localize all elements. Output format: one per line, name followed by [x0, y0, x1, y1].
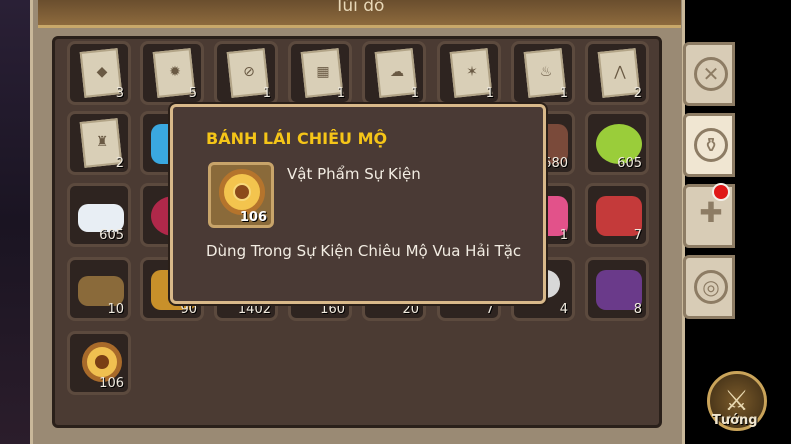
- glyph-icon: ♜: [95, 134, 109, 150]
- item-count: 605: [99, 228, 124, 243]
- item-count: 605: [617, 156, 642, 171]
- item-slot[interactable]: ⋀ 2: [585, 41, 649, 105]
- hero-button-label: Tướng: [712, 413, 758, 428]
- item-count: 7: [485, 302, 494, 317]
- item-count: 1: [559, 228, 568, 243]
- glyph-icon: ▦: [316, 64, 330, 80]
- item-slot[interactable]: ⊘ 1: [214, 41, 278, 105]
- tab-accessories[interactable]: ◎: [683, 255, 735, 319]
- tooltip-item-count: 106: [239, 210, 267, 225]
- item-count: 680: [543, 156, 568, 171]
- title-bar: Túi đồ: [38, 0, 681, 28]
- item-slot[interactable]: ♨ 1: [511, 41, 575, 105]
- glyph-icon: ◆: [96, 64, 108, 80]
- item-slot[interactable]: 10: [67, 257, 131, 321]
- item-slot[interactable]: 7: [585, 183, 649, 247]
- tab-consumables[interactable]: ⚱: [683, 113, 735, 177]
- item-slot[interactable]: ♜ 2: [67, 111, 131, 175]
- item-slot[interactable]: ◆ 3: [67, 41, 131, 105]
- item-slot[interactable]: ☁ 1: [362, 41, 426, 105]
- item-count: 1402: [237, 302, 271, 317]
- item-count: 3: [115, 86, 124, 101]
- wheel-hub: [233, 183, 251, 201]
- puzzle-icon: ✚: [699, 196, 723, 229]
- tooltip-description: Dùng Trong Sự Kiện Chiêu Mộ Vua Hải Tặc: [206, 242, 522, 260]
- item-slot[interactable]: ▦ 1: [288, 41, 352, 105]
- item-count: 1: [262, 86, 271, 101]
- item-slot[interactable]: ✶ 1: [437, 41, 501, 105]
- item-count: 5: [188, 86, 197, 101]
- item-tooltip: BÁNH LÁI CHIÊU MỘ 106 Vật Phẩm Sự Kiện D…: [170, 104, 546, 304]
- glyph-icon: ⊘: [243, 64, 255, 80]
- item-count: 7: [633, 228, 642, 243]
- potion-icon: ⚱: [694, 128, 728, 162]
- item-count: 2: [115, 156, 124, 171]
- item-count: 90: [180, 302, 197, 317]
- item-slot[interactable]: ✹ 5: [140, 41, 204, 105]
- item-slot[interactable]: 106: [67, 331, 131, 395]
- tooltip-item-icon: 106: [208, 162, 274, 228]
- tab-equipment[interactable]: ✕: [683, 42, 735, 106]
- item-count: 1: [336, 86, 345, 101]
- wheel-hub: [95, 355, 109, 369]
- item-count: 106: [99, 376, 124, 391]
- tooltip-item-type: Vật Phẩm Sự Kiện: [287, 165, 421, 183]
- glyph-icon: ⋀: [614, 64, 626, 80]
- item-count: 160: [320, 302, 345, 317]
- item-count: 10: [107, 302, 124, 317]
- item-count: 4: [559, 302, 568, 317]
- item-count: 1: [485, 86, 494, 101]
- glyph-icon: ☁: [390, 64, 404, 80]
- glyph-icon: ✶: [466, 64, 478, 80]
- item-count: 8: [633, 302, 642, 317]
- window-title: Túi đồ: [334, 0, 385, 16]
- item-count: 20: [402, 302, 419, 317]
- ring-icon: ◎: [694, 270, 728, 304]
- shield-icon: ✕: [694, 57, 728, 91]
- notification-badge: [712, 183, 730, 201]
- item-count: 2: [633, 86, 642, 101]
- glyph-icon: ✹: [169, 64, 181, 80]
- item-slot[interactable]: 8: [585, 257, 649, 321]
- item-slot[interactable]: 605: [67, 183, 131, 247]
- glyph-icon: ♨: [539, 64, 553, 80]
- item-count: 1: [410, 86, 419, 101]
- item-slot[interactable]: 605: [585, 111, 649, 175]
- item-count: 1: [559, 86, 568, 101]
- tooltip-title: BÁNH LÁI CHIÊU MỘ: [206, 129, 388, 148]
